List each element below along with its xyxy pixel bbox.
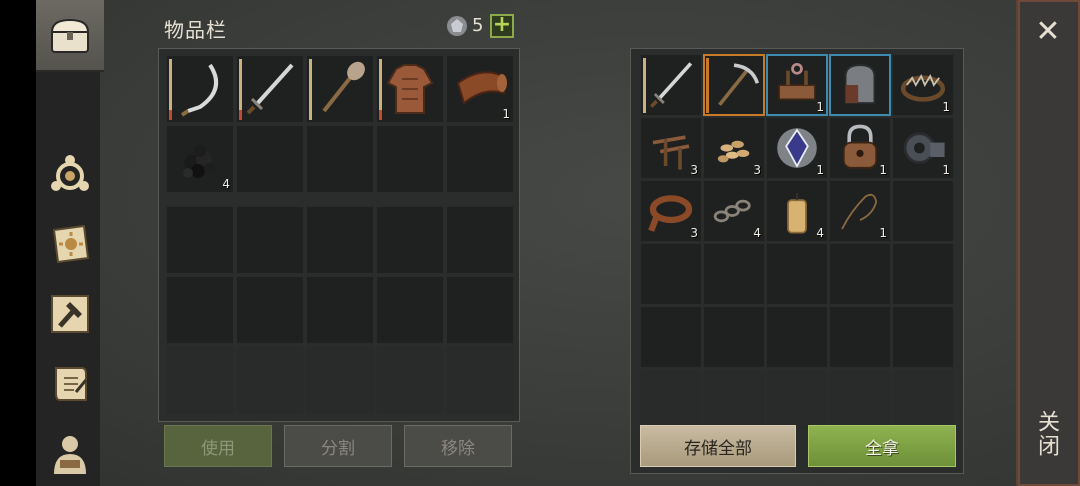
add-gems-button[interactable]: + <box>490 14 514 38</box>
inventory-slot[interactable] <box>236 206 304 274</box>
item-quantity: 1 <box>816 100 824 114</box>
container-slot[interactable]: 1 <box>829 117 891 179</box>
container-slot[interactable] <box>640 306 702 368</box>
close-label[interactable]: 关闭 <box>1034 410 1062 458</box>
gem-count: 5 <box>472 15 484 36</box>
container-slot[interactable]: 3 <box>640 117 702 179</box>
container-slot[interactable] <box>766 243 828 305</box>
item-quantity: 4 <box>816 226 824 240</box>
armor-gauntlet-icon <box>844 64 876 104</box>
inventory-slot[interactable] <box>236 125 304 193</box>
inventory-slot[interactable] <box>236 55 304 123</box>
item-quantity: 3 <box>690 226 698 240</box>
inventory-slot[interactable] <box>376 276 444 344</box>
inventory-slot[interactable] <box>446 276 514 344</box>
container-slot[interactable] <box>703 243 765 305</box>
item-quantity: 1 <box>879 163 887 177</box>
container-slot[interactable] <box>892 180 954 242</box>
sword-icon <box>649 62 693 108</box>
container-slot-locked <box>640 369 702 431</box>
use-button[interactable]: 使用 <box>164 425 272 467</box>
container-slot[interactable] <box>703 306 765 368</box>
container-slot-locked <box>766 369 828 431</box>
container-slot-locked <box>829 369 891 431</box>
item-quantity: 1 <box>942 100 950 114</box>
leather-armor-icon <box>386 64 434 114</box>
inventory-slot-locked <box>306 346 374 414</box>
item-quantity: 3 <box>753 163 761 177</box>
inventory-slot[interactable] <box>376 55 444 123</box>
item-quantity: 4 <box>222 177 230 191</box>
pickaxe-icon <box>718 63 760 106</box>
inventory-slot[interactable] <box>306 125 374 193</box>
leather-roll-icon <box>456 71 507 105</box>
container-slot[interactable]: 1 <box>766 117 828 179</box>
container-slot[interactable] <box>703 54 765 116</box>
quest-scroll-icon[interactable] <box>44 358 96 410</box>
container-slot[interactable]: 1 <box>892 117 954 179</box>
inventory-slot[interactable] <box>236 276 304 344</box>
sickle-icon <box>180 63 219 117</box>
item-quantity: 1 <box>816 163 824 177</box>
coal-icon <box>183 145 216 178</box>
container-slot[interactable]: 4 <box>766 180 828 242</box>
close-icon[interactable]: ✕ <box>1030 14 1066 50</box>
container-slot[interactable] <box>829 54 891 116</box>
screen-edge <box>0 0 36 486</box>
take-all-button[interactable]: 全拿 <box>808 425 956 467</box>
inventory-slot-locked <box>166 346 234 414</box>
inventory-grid-bottom <box>166 206 514 414</box>
item-quantity: 1 <box>879 226 887 240</box>
inventory-slot[interactable] <box>166 55 234 123</box>
inventory-title: 物品栏 <box>164 18 227 42</box>
container-slot[interactable] <box>640 54 702 116</box>
item-quantity: 1 <box>942 163 950 177</box>
inventory-slot[interactable]: 4 <box>166 125 234 193</box>
inventory-slot[interactable] <box>376 125 444 193</box>
container-slot[interactable]: 3 <box>703 117 765 179</box>
inventory-slot[interactable] <box>446 206 514 274</box>
container-slot[interactable]: 1 <box>766 54 828 116</box>
remove-button[interactable]: 移除 <box>404 425 512 467</box>
journal-icon[interactable] <box>44 218 96 270</box>
inventory-grid-top: 1 4 <box>166 55 514 193</box>
inventory-slot-locked <box>446 346 514 414</box>
container-grid: 1 1 3 3 1 1 1 3 4 4 1 <box>640 54 954 431</box>
container-slot[interactable] <box>829 306 891 368</box>
container-slot[interactable] <box>640 243 702 305</box>
sword-icon <box>246 63 294 115</box>
inventory-slot[interactable]: 1 <box>446 55 514 123</box>
container-slot[interactable] <box>766 306 828 368</box>
inventory-slot-locked <box>236 346 304 414</box>
inventory-slot[interactable] <box>376 206 444 274</box>
container-slot[interactable]: 1 <box>829 180 891 242</box>
inventory-slot[interactable] <box>446 125 514 193</box>
container-slot[interactable]: 3 <box>640 180 702 242</box>
split-button[interactable]: 分割 <box>284 425 392 467</box>
container-slot[interactable] <box>829 243 891 305</box>
inventory-slot[interactable] <box>306 276 374 344</box>
item-quantity: 3 <box>690 163 698 177</box>
container-slot-locked <box>703 369 765 431</box>
container-slot[interactable]: 1 <box>892 54 954 116</box>
chest-icon[interactable] <box>44 10 96 62</box>
inventory-slot-locked <box>376 346 444 414</box>
build-hammer-icon[interactable] <box>44 288 96 340</box>
gem-icon <box>447 16 467 36</box>
inventory-slot[interactable] <box>306 55 374 123</box>
character-icon[interactable] <box>44 428 96 480</box>
container-slot[interactable] <box>892 306 954 368</box>
inventory-slot[interactable] <box>306 206 374 274</box>
item-quantity: 1 <box>502 107 510 121</box>
container-slot[interactable]: 4 <box>703 180 765 242</box>
crafting-icon[interactable] <box>44 148 96 200</box>
container-slot[interactable] <box>892 243 954 305</box>
container-slot-locked <box>892 369 954 431</box>
inventory-slot[interactable] <box>166 276 234 344</box>
store-all-button[interactable]: 存储全部 <box>640 425 796 467</box>
item-quantity: 4 <box>753 226 761 240</box>
shovel-icon <box>322 61 365 113</box>
inventory-slot[interactable] <box>166 206 234 274</box>
